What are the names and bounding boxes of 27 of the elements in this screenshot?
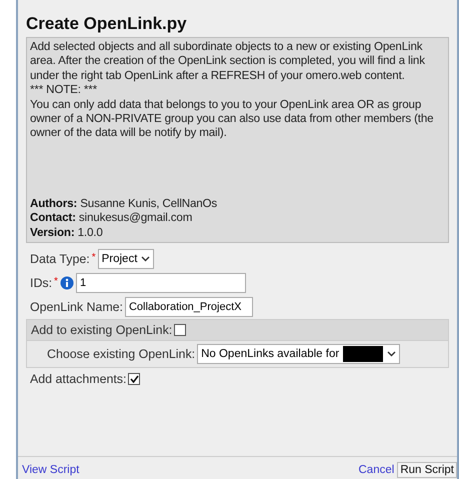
field-label: OpenLink Name: xyxy=(30,300,123,314)
field-label: Data Type: xyxy=(30,252,90,266)
view-script-link[interactable]: View Script xyxy=(22,464,80,476)
openlink-select[interactable]: No OpenLinks available for xyxy=(197,344,400,364)
script-title: Create OpenLink.py xyxy=(26,14,188,34)
meta-line: Version: 1.0.0 xyxy=(30,226,104,240)
run-script-button[interactable]: Run Script xyxy=(397,462,457,478)
field-label: Choose existing OpenLink: xyxy=(47,347,196,362)
checkbox[interactable] xyxy=(174,324,186,336)
required-mark: * xyxy=(54,276,58,288)
field-label: Add attachments: xyxy=(30,372,126,386)
caret-icon xyxy=(387,351,396,358)
info-icon[interactable] xyxy=(60,276,74,290)
meta-line: Contact: sinukesus@gmail.com xyxy=(30,211,194,226)
meta-line: Authors: Susanne Kunis, CellNanOs xyxy=(30,196,218,212)
description-text: You can only add data that belongs to you to your OpenLink area OR as group owner of a NON-PRIVATE group you can also use data from other members (the owner of the data will be notify by mail). xyxy=(30,98,434,141)
field-label: IDs: xyxy=(30,276,52,290)
description-text: Add selected objects and all subordinate objects to a new or existing OpenLink area. After the creation of the OpenLink section is completed, you will find a link under the right tab OpenLink after a REFRESH of your omero.web content. xyxy=(30,40,426,84)
required-mark: * xyxy=(92,252,96,264)
data-type-select[interactable]: Project xyxy=(98,249,154,270)
description-text: *** NOTE: *** xyxy=(30,83,98,98)
checkbox[interactable] xyxy=(128,373,140,386)
text-field[interactable]: 1 xyxy=(76,273,246,294)
text-field[interactable]: Collaboration_ProjectX xyxy=(124,297,253,318)
caret-icon xyxy=(141,256,150,262)
field-label: Add to existing OpenLink: xyxy=(31,323,172,338)
cancel-link[interactable]: Cancel xyxy=(358,464,394,476)
